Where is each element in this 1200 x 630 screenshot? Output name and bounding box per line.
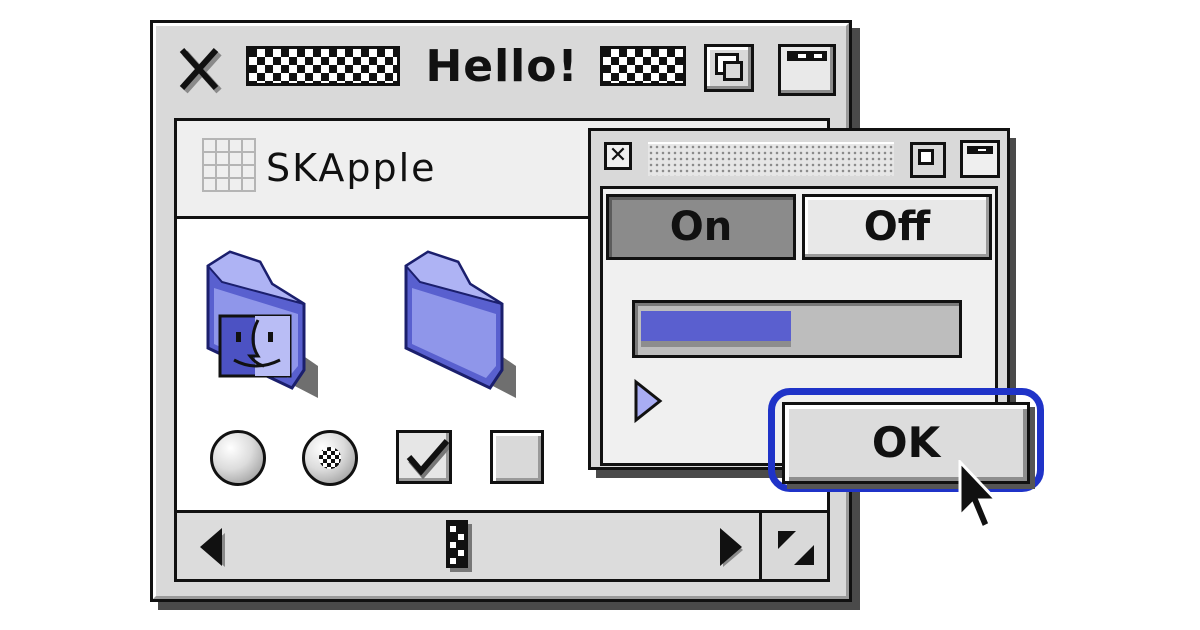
- title-bar-pattern-left[interactable]: [246, 46, 400, 86]
- grow-box-icon: [778, 531, 814, 565]
- progress-bar-fill: [641, 311, 791, 347]
- dialog-title-bar[interactable]: [648, 142, 894, 176]
- radio-button-unselected[interactable]: [210, 430, 266, 486]
- segment-on[interactable]: On: [606, 194, 796, 260]
- windowshade-icon: [967, 146, 993, 154]
- scroll-right-arrow-icon[interactable]: [716, 524, 746, 570]
- windowshade-icon: [787, 51, 827, 61]
- content-header-label: SKApple: [266, 146, 437, 190]
- radio-button-selected[interactable]: [302, 430, 358, 486]
- progress-bar: [632, 300, 962, 358]
- zoom-icon-inner: [723, 61, 743, 81]
- dialog-close-button[interactable]: ✕: [604, 142, 632, 170]
- dialog-zoom-button[interactable]: [910, 142, 946, 178]
- checkbox-unchecked[interactable]: [490, 430, 544, 484]
- window-title: Hello!: [425, 41, 579, 92]
- title-bar-pattern-right[interactable]: [600, 46, 686, 86]
- windowshade-button[interactable]: [778, 44, 836, 96]
- folder-icon[interactable]: [398, 248, 518, 398]
- scroll-thumb[interactable]: [446, 520, 476, 574]
- finder-folder-icon[interactable]: [200, 248, 320, 398]
- scroll-left-arrow-icon[interactable]: [196, 524, 226, 570]
- grid-icon: [202, 138, 256, 192]
- disclosure-triangle-icon[interactable]: [632, 378, 664, 424]
- arrow-cursor-icon: [958, 460, 1000, 531]
- close-icon[interactable]: [176, 44, 222, 94]
- dialog-windowshade-button[interactable]: [960, 140, 1000, 178]
- zoom-icon: [918, 149, 934, 165]
- close-icon: ✕: [608, 143, 628, 168]
- segment-off[interactable]: Off: [802, 194, 992, 260]
- checkbox-checked[interactable]: [396, 430, 452, 484]
- zoom-button[interactable]: [704, 44, 754, 92]
- radio-selected-dot: [319, 447, 341, 469]
- grow-box[interactable]: [759, 510, 830, 582]
- checkmark-icon: [406, 439, 449, 479]
